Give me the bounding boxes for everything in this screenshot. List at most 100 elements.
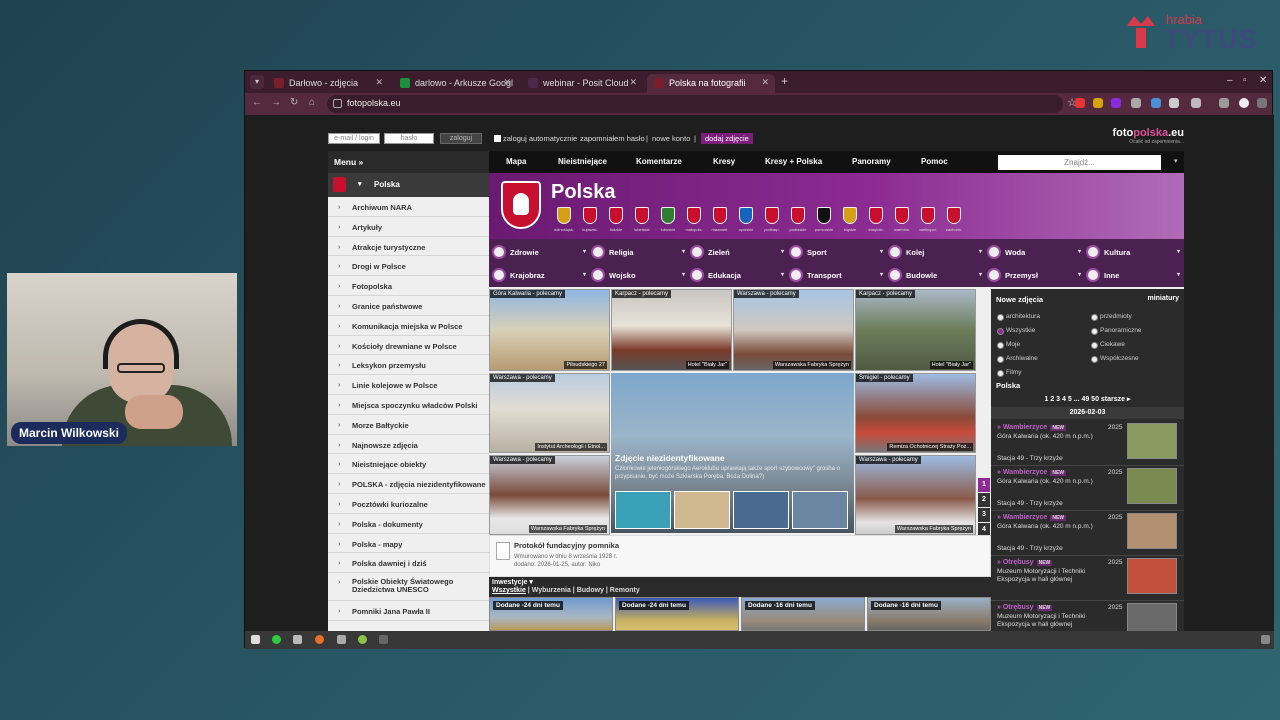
region-label[interactable]: pomorskie bbox=[811, 227, 837, 232]
document-title[interactable]: Protokół fundacyjny pomnika bbox=[514, 541, 619, 550]
back-icon[interactable]: ← bbox=[252, 97, 262, 108]
photo-entry[interactable]: » Otrębusy NEW 2025 Muzeum Motoryzacji i Te… bbox=[991, 601, 1184, 631]
chevron-down-icon[interactable]: ▾ bbox=[583, 248, 586, 255]
entry-place[interactable]: » Wambierzyce NEW bbox=[997, 469, 1066, 476]
category-budowle[interactable]: Budowle ▾ bbox=[885, 264, 984, 286]
added-photo-tile[interactable]: Dodane -16 dni temu bbox=[741, 597, 865, 631]
chevron-down-icon[interactable]: ▾ bbox=[682, 248, 685, 255]
tab-polska-na-fotografii[interactable]: Polska na fotografii ✕ bbox=[647, 74, 775, 93]
region-label[interactable]: warmińs. bbox=[889, 227, 915, 232]
firefox-icon[interactable] bbox=[315, 635, 324, 644]
category-edukacja[interactable]: Edukacja ▾ bbox=[687, 264, 786, 286]
forgot-password-link[interactable]: zapomniałem hasło bbox=[580, 134, 645, 143]
category-religia[interactable]: Religia ▾ bbox=[588, 241, 687, 263]
category-sport[interactable]: Sport ▾ bbox=[786, 241, 885, 263]
tab-arkusze[interactable]: darlowo - Arkusze Googl ✕ bbox=[393, 74, 517, 93]
menu-panoramy[interactable]: Panoramy bbox=[852, 157, 891, 166]
new-account-link[interactable]: nowe konto bbox=[652, 134, 690, 143]
app-icon[interactable] bbox=[251, 635, 260, 644]
chrome-icon[interactable] bbox=[358, 635, 367, 644]
chevron-down-icon[interactable]: ▾ bbox=[979, 248, 982, 255]
menu-pomoc[interactable]: Pomoc bbox=[921, 157, 948, 166]
category-inne[interactable]: Inne ▾ bbox=[1083, 264, 1182, 286]
sidebar-item[interactable]: Granice państwowe bbox=[328, 296, 489, 316]
filter-radio[interactable]: Ciekawe bbox=[1091, 341, 1125, 349]
chevron-down-icon[interactable]: ▾ bbox=[1177, 271, 1180, 278]
photo-tile[interactable]: Karpacz - polecamy Hotel "Biały Jar" bbox=[855, 289, 976, 371]
close-icon[interactable]: ✕ bbox=[503, 77, 511, 88]
coat-of-arms-icon[interactable] bbox=[635, 207, 649, 224]
tab-search-icon[interactable]: ▾ bbox=[250, 75, 264, 89]
sidebar-item[interactable]: Linie kolejowe w Polsce bbox=[328, 375, 489, 395]
pagination[interactable]: 1 2 3 4 5 ... 49 50 starsze ▸ bbox=[991, 395, 1184, 403]
entry-thumbnail[interactable] bbox=[1127, 603, 1177, 631]
forward-icon[interactable]: → bbox=[271, 97, 281, 108]
featured-thumb[interactable] bbox=[733, 491, 789, 529]
coat-of-arms-icon[interactable] bbox=[687, 207, 701, 224]
minimize-icon[interactable]: – bbox=[1227, 75, 1233, 86]
region-label[interactable]: zachodn. bbox=[941, 227, 967, 232]
add-photo-button[interactable]: dodaj zdjęcie bbox=[701, 133, 753, 144]
featured-thumb[interactable] bbox=[674, 491, 730, 529]
filter-radio[interactable]: Moje bbox=[997, 341, 1020, 349]
category-zdrowie[interactable]: Zdrowie ▾ bbox=[489, 241, 588, 263]
menu-nieistniejace[interactable]: Nieistniejące bbox=[558, 157, 607, 166]
featured-thumb[interactable] bbox=[615, 491, 671, 529]
sidebar-item[interactable]: Pomniki Jana Pawła II bbox=[328, 601, 489, 621]
photo-tile[interactable]: Warszawa - polecamy Warszawska Fabryka S… bbox=[855, 455, 976, 535]
filter-radio[interactable]: Archiwalne bbox=[997, 355, 1038, 363]
added-photo-tile[interactable]: Dodane -16 dni temu bbox=[867, 597, 991, 631]
sidebar-item[interactable]: Polskie Obiekty Światowego Dziedzictwa U… bbox=[328, 573, 489, 602]
site-logo[interactable]: fotopolska.eu bbox=[1112, 127, 1184, 139]
added-photo-tile[interactable]: Dodane -24 dni temu bbox=[615, 597, 739, 631]
photo-tile[interactable]: Karpacz - polecamy Hotel "Biały Jar" bbox=[611, 289, 732, 371]
chevron-down-icon[interactable]: ▾ bbox=[682, 271, 685, 278]
sidebar-item[interactable]: Najnowsze zdjęcia bbox=[328, 435, 489, 455]
sidebar-item[interactable]: Atrakcje turystyczne bbox=[328, 237, 489, 257]
menu-kresy-polska[interactable]: Kresy + Polska bbox=[765, 157, 822, 166]
region-label[interactable]: lubelskie bbox=[629, 227, 655, 232]
coat-of-arms-icon[interactable] bbox=[609, 207, 623, 224]
extension-icon[interactable] bbox=[1093, 98, 1103, 108]
photo-tile[interactable]: Śmigiel - polecamy Remiza Ochotniczej St… bbox=[855, 373, 976, 453]
category-wojsko[interactable]: Wojsko ▾ bbox=[588, 264, 687, 286]
coat-of-arms-icon[interactable] bbox=[817, 207, 831, 224]
search-input[interactable]: Znajdź... bbox=[998, 155, 1161, 170]
home-icon[interactable]: ⌂ bbox=[309, 97, 315, 108]
sidebar-item[interactable]: Polska dawniej i dziś bbox=[328, 553, 489, 574]
entry-thumbnail[interactable] bbox=[1127, 468, 1177, 504]
sidebar-item[interactable]: Kościoły drewniane w Polsce bbox=[328, 336, 489, 356]
restore-icon[interactable]: ▫ bbox=[1243, 75, 1247, 86]
filter-radio[interactable]: Filmy bbox=[997, 369, 1022, 377]
pager-button[interactable]: 1 bbox=[978, 478, 990, 492]
profile-avatar-icon[interactable] bbox=[1239, 98, 1249, 108]
chevron-down-icon[interactable]: ▾ bbox=[979, 271, 982, 278]
pager-button[interactable]: 3 bbox=[978, 508, 990, 522]
category-przemysł[interactable]: Przemysł ▾ bbox=[984, 264, 1083, 286]
menu-mapa[interactable]: Mapa bbox=[506, 157, 526, 166]
app-icon[interactable] bbox=[337, 635, 346, 644]
sidebar-item[interactable]: Artykuły bbox=[328, 217, 489, 237]
photo-entry[interactable]: » Otrębusy NEW 2025 Muzeum Motoryzacji i Te… bbox=[991, 556, 1184, 601]
extension-icon[interactable] bbox=[1169, 98, 1179, 108]
region-label[interactable]: śląskie bbox=[837, 227, 863, 232]
entry-thumbnail[interactable] bbox=[1127, 558, 1177, 594]
site-info-icon[interactable] bbox=[333, 99, 342, 108]
coat-of-arms-icon[interactable] bbox=[947, 207, 961, 224]
tab-posit[interactable]: webinar - Posit Cloud ✕ bbox=[521, 74, 643, 93]
login-password-field[interactable]: hasło bbox=[384, 133, 434, 144]
sidebar-item[interactable]: Komunikacja miejska w Polsce bbox=[328, 316, 489, 336]
photo-tile[interactable]: Warszawa - polecamy Warszawska Fabryka S… bbox=[733, 289, 854, 371]
region-label[interactable]: świętokr. bbox=[863, 227, 889, 232]
chevron-down-icon[interactable]: ▾ bbox=[880, 248, 883, 255]
extension-icon[interactable] bbox=[1075, 98, 1085, 108]
address-bar[interactable]: fotopolska.eu ☆ bbox=[327, 95, 1077, 113]
coat-of-arms-icon[interactable] bbox=[713, 207, 727, 224]
sidebar-item[interactable]: Nieistniejące obiekty bbox=[328, 454, 489, 475]
coat-of-arms-icon[interactable] bbox=[791, 207, 805, 224]
photo-tile[interactable]: Warszawa - polecamy Warszawska Fabryka S… bbox=[489, 455, 610, 535]
pager-button[interactable]: 2 bbox=[978, 493, 990, 507]
window-close-icon[interactable]: ✕ bbox=[1259, 75, 1267, 86]
entry-thumbnail[interactable] bbox=[1127, 423, 1177, 459]
coat-of-arms-icon[interactable] bbox=[921, 207, 935, 224]
